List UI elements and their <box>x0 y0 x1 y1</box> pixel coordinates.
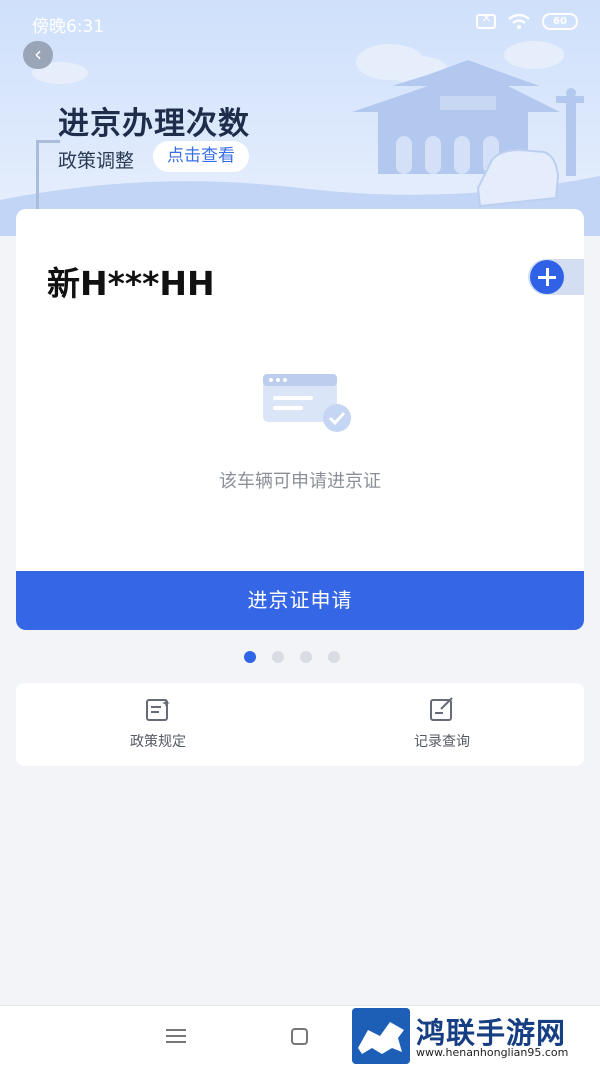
policy-document-icon <box>146 699 170 721</box>
status-time: 傍晚6:31 <box>32 17 105 37</box>
record-edit-icon <box>430 697 453 721</box>
status-icons: 60 <box>476 11 578 30</box>
status-bar: 傍晚6:31 60 <box>0 0 600 44</box>
pager-dot[interactable] <box>272 651 284 663</box>
site-watermark: 鸿联手游网 www.henanhonglian95.com <box>352 1006 600 1067</box>
chevron-left-icon: ‹ <box>34 42 42 66</box>
bull-logo-icon <box>352 1008 410 1064</box>
apply-permit-button[interactable]: 进京证申请 <box>16 571 584 630</box>
watermark-url: www.henanhonglian95.com <box>416 1046 569 1059</box>
add-vehicle-button[interactable] <box>528 259 584 295</box>
menu-icon[interactable] <box>166 1029 186 1043</box>
wifi-icon <box>508 13 530 29</box>
pager-dot-active[interactable] <box>244 651 256 663</box>
vehicle-card: 新H***HH 该车辆可申请进京证 进京证申请 <box>16 209 584 630</box>
lamp-arm <box>36 140 60 143</box>
card-pager[interactable] <box>244 651 340 663</box>
record-query-button[interactable]: 记录查询 <box>382 697 502 751</box>
plus-circle-icon <box>530 260 564 294</box>
quick-actions-card: 政策规定 记录查询 <box>16 683 584 766</box>
eligibility-status-text: 该车辆可申请进京证 <box>219 471 381 492</box>
page-title: 进京办理次数 <box>58 106 250 142</box>
lamp-post <box>36 140 39 210</box>
policy-rules-button[interactable]: 政策规定 <box>98 697 218 751</box>
pager-dot[interactable] <box>300 651 312 663</box>
record-query-label: 记录查询 <box>414 734 470 750</box>
battery-icon: 60 <box>542 13 578 30</box>
policy-rules-label: 政策规定 <box>130 734 186 750</box>
back-button[interactable]: ‹ <box>23 41 53 69</box>
pager-dot[interactable] <box>328 651 340 663</box>
header-banner: 傍晚6:31 60 ‹ 进京办理次数 政策调整 点击查看 <box>0 0 600 236</box>
sim-off-icon <box>476 11 496 29</box>
home-square-icon[interactable] <box>291 1028 308 1045</box>
license-plate: 新H***HH <box>47 264 215 303</box>
view-details-link[interactable]: 点击查看 <box>153 141 249 172</box>
policy-note: 政策调整 <box>58 150 135 172</box>
document-check-icon <box>263 374 351 432</box>
